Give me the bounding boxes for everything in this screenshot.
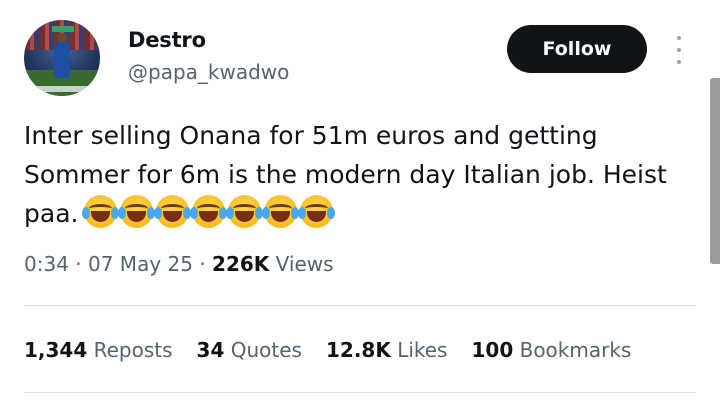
- author-name[interactable]: Destro: [128, 28, 206, 52]
- dot: [677, 60, 681, 64]
- quotes-count: 34: [196, 338, 225, 362]
- tweet-meta: 0:34 · 07 May 25 · 226K Views: [24, 252, 334, 276]
- reposts-label: Reposts: [93, 338, 173, 362]
- separator: ·: [75, 252, 82, 276]
- tweet-text: Inter selling Onana for 51m euros and ge…: [24, 116, 694, 233]
- avatar[interactable]: [24, 20, 100, 96]
- views-label[interactable]: Views: [276, 252, 334, 276]
- tears-of-joy-icon: [262, 195, 300, 228]
- dot: [677, 36, 681, 40]
- likes-count: 12.8K: [325, 338, 391, 362]
- avatar-player: [54, 42, 70, 78]
- emoji-row: [82, 195, 336, 228]
- likes-label: Likes: [397, 338, 448, 362]
- divider: [24, 305, 696, 306]
- reposts-count: 1,344: [24, 338, 88, 362]
- separator: ·: [199, 252, 206, 276]
- avatar-sign: [52, 26, 74, 32]
- likes-stat[interactable]: 12.8K Likes: [326, 338, 448, 362]
- dot: [677, 48, 681, 52]
- bookmarks-stat[interactable]: 100 Bookmarks: [471, 338, 631, 362]
- bookmarks-label: Bookmarks: [519, 338, 632, 362]
- tears-of-joy-icon: [154, 195, 192, 228]
- follow-button[interactable]: Follow: [507, 25, 647, 73]
- divider: [24, 392, 696, 393]
- more-vertical-icon[interactable]: [672, 36, 686, 64]
- bookmarks-count: 100: [471, 338, 514, 362]
- tears-of-joy-icon: [226, 195, 264, 228]
- tears-of-joy-icon: [298, 195, 336, 228]
- reposts-stat[interactable]: 1,344 Reposts: [24, 338, 173, 362]
- tweet-time[interactable]: 0:34: [24, 252, 69, 276]
- tears-of-joy-icon: [82, 195, 120, 228]
- tears-of-joy-icon: [190, 195, 228, 228]
- views-count[interactable]: 226K: [212, 252, 269, 276]
- tears-of-joy-icon: [118, 195, 156, 228]
- avatar-banner: [32, 86, 90, 92]
- author-handle[interactable]: @papa_kwadwo: [128, 60, 289, 84]
- quotes-label: Quotes: [230, 338, 302, 362]
- tweet-date[interactable]: 07 May 25: [88, 252, 193, 276]
- engagement-stats: 1,344 Reposts 34 Quotes 12.8K Likes 100 …: [24, 338, 631, 362]
- quotes-stat[interactable]: 34 Quotes: [197, 338, 302, 362]
- scrollbar[interactable]: [710, 78, 720, 264]
